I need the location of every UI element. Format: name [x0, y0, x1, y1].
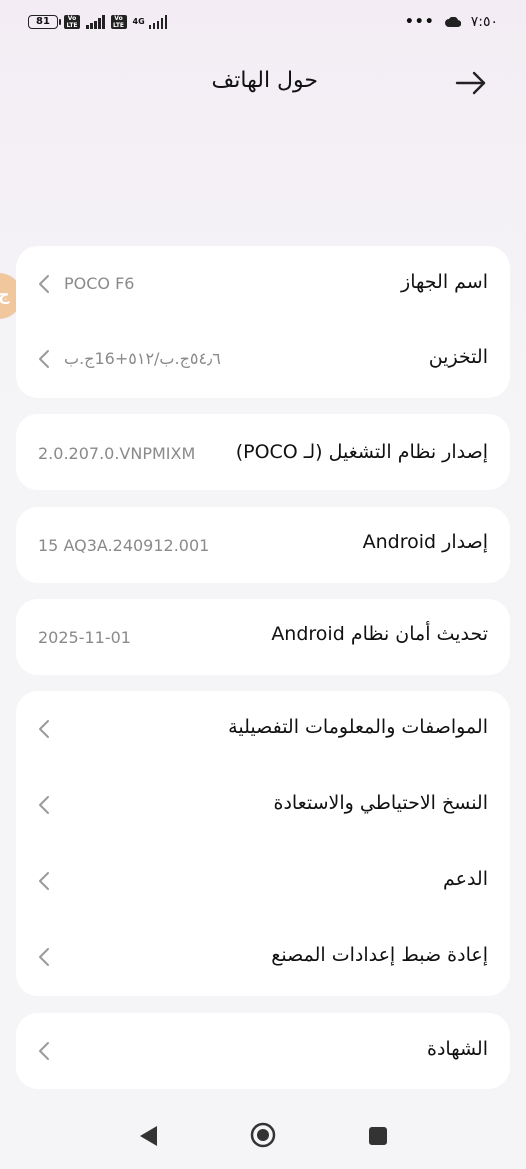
list-item-factory-reset[interactable]: إعادة ضبط إعدادات المصنع — [16, 919, 510, 995]
list-item-label: إعادة ضبط إعدادات المصنع — [271, 944, 488, 966]
menu-card: المواصفات والمعلومات التفصيلية النسخ الا… — [16, 691, 510, 996]
certificate-card: الشهادة — [16, 1013, 510, 1089]
security-update-value: 2025-11-01 — [38, 628, 131, 647]
storage-value: ٥٤٫٦ج.ب/٥١٢+16ج.ب — [64, 349, 221, 368]
list-item-label: النسخ الاحتياطي والاستعادة — [273, 792, 488, 814]
chevron-left-icon — [39, 948, 49, 966]
android-version-label: إصدار Android — [362, 531, 488, 553]
os-version-card: إصدار نظام التشغيل (لـ POCO) 2.0.207.0.V… — [16, 414, 510, 490]
chevron-left-icon — [39, 872, 49, 890]
status-right: ••• ٧:٥٠ — [405, 14, 498, 30]
storage-label: التخزين — [428, 346, 488, 368]
android-version-row[interactable]: إصدار Android 15 AQ3A.240912.001 — [16, 507, 510, 583]
more-notifications-icon: ••• — [404, 14, 435, 30]
android-version-card: إصدار Android 15 AQ3A.240912.001 — [16, 507, 510, 583]
device-name-value: POCO F6 — [64, 274, 135, 293]
device-card: اسم الجهاز POCO F6 التخزين ٥٤٫٦ج.ب/٥١٢+1… — [16, 246, 510, 398]
triangle-back-icon[interactable] — [139, 1125, 159, 1147]
navigation-bar — [0, 1110, 526, 1160]
arrow-right-icon[interactable] — [454, 70, 488, 96]
clock: ٧:٥٠ — [470, 14, 498, 30]
list-item-support[interactable]: الدعم — [16, 843, 510, 919]
volte-icon: Vo LTE — [64, 15, 80, 29]
cloud-icon — [444, 17, 461, 27]
os-version-label: إصدار نظام التشغيل (لـ POCO) — [235, 441, 488, 463]
square-recent-icon[interactable] — [369, 1127, 387, 1145]
device-name-label: اسم الجهاز — [401, 271, 488, 293]
chevron-left-icon — [39, 720, 49, 738]
header: حول الهاتف — [0, 60, 526, 104]
os-version-row[interactable]: إصدار نظام التشغيل (لـ POCO) 2.0.207.0.V… — [16, 414, 510, 490]
status-bar: 81 Vo LTE Vo LTE 4G ••• ٧:٥٠ — [0, 0, 526, 48]
side-tab-glyph: ج — [0, 285, 10, 304]
chevron-left-icon — [39, 796, 49, 814]
chevron-left-icon — [39, 275, 49, 293]
storage-row[interactable]: التخزين ٥٤٫٦ج.ب/٥١٢+16ج.ب — [16, 322, 510, 398]
network-type: 4G — [132, 17, 145, 26]
signal-icon — [86, 15, 105, 29]
list-item-specs[interactable]: المواصفات والمعلومات التفصيلية — [16, 691, 510, 767]
volte-icon-2: Vo LTE — [110, 15, 127, 29]
os-version-value: 2.0.207.0.VNPMIXM — [38, 444, 196, 463]
chevron-left-icon — [39, 1042, 49, 1060]
page-title: حول الهاتف — [211, 68, 319, 93]
chevron-left-icon — [39, 350, 49, 368]
security-update-label: تحديث أمان نظام Android — [271, 623, 488, 645]
list-item-label: الدعم — [442, 868, 488, 890]
android-version-value: 15 AQ3A.240912.001 — [38, 536, 210, 555]
battery-icon: 81 — [28, 15, 61, 29]
security-update-row[interactable]: تحديث أمان نظام Android 2025-11-01 — [16, 599, 510, 675]
security-update-card: تحديث أمان نظام Android 2025-11-01 — [16, 599, 510, 675]
list-item-backup[interactable]: النسخ الاحتياطي والاستعادة — [16, 767, 510, 843]
certificate-row[interactable]: الشهادة — [16, 1013, 510, 1089]
list-item-label: المواصفات والمعلومات التفصيلية — [228, 716, 488, 738]
certificate-label: الشهادة — [427, 1038, 488, 1060]
signal-icon-2 — [148, 15, 168, 29]
status-left: 81 Vo LTE Vo LTE 4G — [28, 15, 168, 29]
device-name-row[interactable]: اسم الجهاز POCO F6 — [16, 246, 510, 322]
circle-home-icon[interactable] — [250, 1122, 276, 1148]
